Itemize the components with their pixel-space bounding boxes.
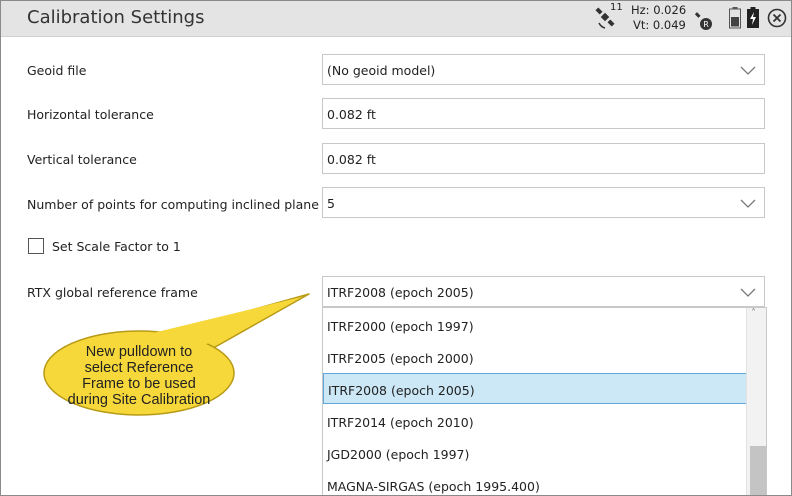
callout-text: New pulldown to select Reference Frame t… <box>67 344 211 408</box>
callout-bubble <box>43 293 310 416</box>
calibration-settings-window: Calibration Settings 11 Hz: 0.026 Vt: 0.… <box>0 0 792 496</box>
